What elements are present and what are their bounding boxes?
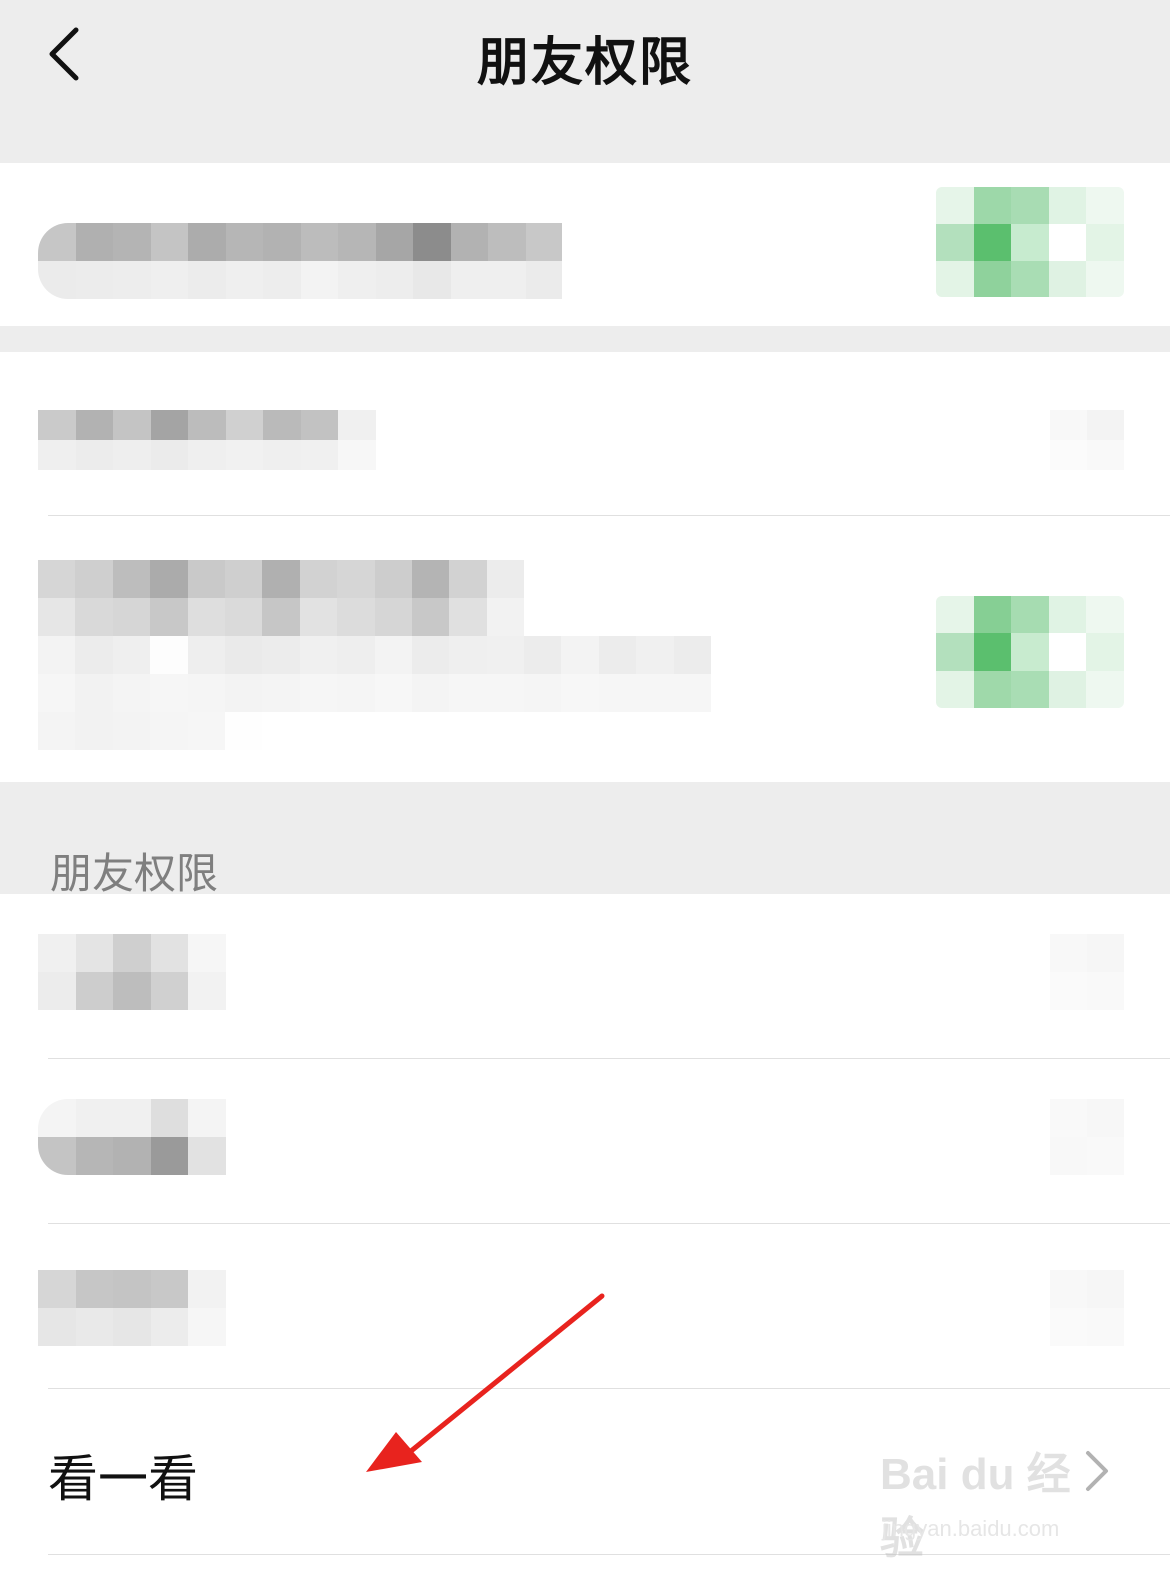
look-label: 看一看 [48, 1450, 198, 1508]
page-title: 朋友权限 [476, 33, 693, 93]
red-arrow-icon [366, 1293, 605, 1472]
blurred-value [1050, 1270, 1124, 1346]
blurred-text [38, 560, 524, 636]
blurred-text [38, 1099, 226, 1175]
blurred-text [38, 934, 226, 1010]
navigation-bar: 朋友权限 [0, 0, 1170, 165]
blurred-value [1050, 934, 1124, 1010]
settings-row-4[interactable] [0, 894, 1170, 1058]
toggle-switch-on[interactable] [936, 187, 1124, 297]
blurred-text [38, 410, 376, 470]
settings-group-2 [0, 352, 1170, 782]
watermark-url: jingyan.baidu.com [882, 1516, 1060, 1541]
blurred-text [38, 1270, 226, 1346]
toggle-switch-on[interactable] [936, 596, 1124, 708]
settings-row-5[interactable] [0, 1059, 1170, 1223]
section-header: 朋友权限 [50, 849, 219, 898]
settings-group-1 [0, 163, 1170, 326]
watermark: Bai du 经验 jingyan.baidu.com [880, 1438, 1100, 1563]
watermark-brand: Bai du 经验 [880, 1450, 1071, 1563]
settings-row-3[interactable] [0, 516, 1170, 782]
blurred-value [1050, 410, 1124, 470]
blurred-value [1050, 1099, 1124, 1175]
settings-row-2[interactable] [0, 352, 1170, 515]
blurred-text [38, 223, 562, 299]
blurred-subtext [38, 636, 712, 750]
settings-row-1[interactable] [0, 163, 1170, 326]
